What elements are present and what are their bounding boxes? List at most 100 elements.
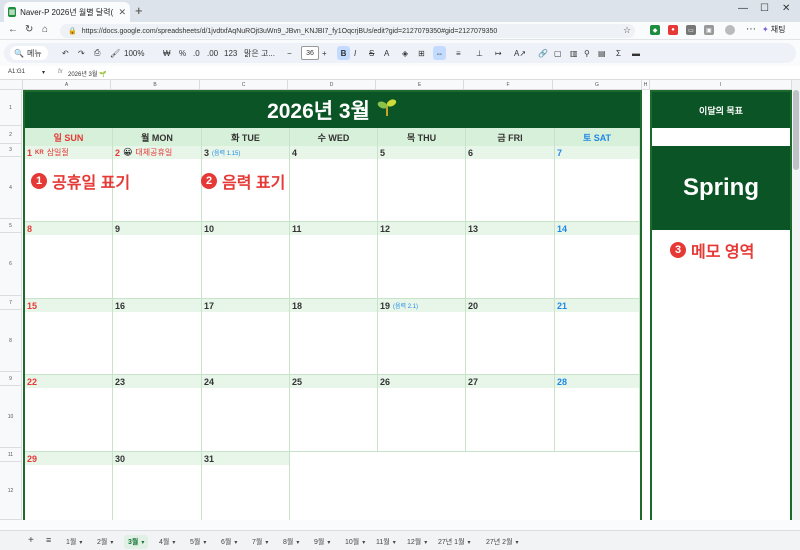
text-color-icon[interactable]: A [384,46,389,60]
fill-color-icon[interactable]: ◈ [402,46,408,60]
italic-icon[interactable]: I [354,46,356,60]
insert-link-icon[interactable]: 🔗 [538,46,548,60]
minimize-icon[interactable]: — [738,3,748,14]
profile-avatar-icon[interactable] [725,25,735,35]
column-header-d[interactable]: D [288,80,376,90]
zoom-select[interactable]: 100% [124,46,144,60]
paint-format-icon[interactable]: 🖌 [110,46,120,60]
memo-header[interactable]: 이달의 목표 [652,92,790,128]
shield-extension-icon[interactable]: ◆ [650,25,660,35]
row-header-7[interactable]: 7 [0,296,22,310]
row-header-8[interactable]: 8 [0,310,22,372]
day-cell[interactable]: 26 [378,375,466,452]
row-header-4[interactable]: 4 [0,157,22,219]
sheet-tab[interactable]: 3월 ▾ [124,535,149,549]
row-header-10[interactable]: 10 [0,386,22,448]
day-cell[interactable]: 29 [25,452,113,520]
memo-spring-band[interactable]: Spring [652,146,790,230]
functions-icon[interactable]: Σ [616,46,621,60]
day-cell[interactable]: 18 [290,299,378,375]
screenshot-icon[interactable]: ▣ [704,25,714,35]
row-header-11[interactable]: 11 [0,448,22,462]
day-cell[interactable]: 10 [202,222,290,299]
day-cell[interactable]: 30 [113,452,202,520]
merge-cells-icon[interactable]: ⇔ [433,46,446,60]
day-cell[interactable]: 9 [113,222,202,299]
day-cell[interactable]: 13 [466,222,555,299]
reload-icon[interactable]: ↻ [25,24,33,35]
day-cell[interactable]: 25 [290,375,378,452]
day-cell[interactable]: 14 [555,222,640,299]
sheet-tab-dropdown-icon[interactable]: ▾ [234,540,237,546]
name-box-dropdown-icon[interactable]: ▾ [42,69,45,76]
column-header-f[interactable]: F [464,80,553,90]
column-header-b[interactable]: B [111,80,200,90]
day-cell[interactable]: 15 [25,299,113,375]
row-header-9[interactable]: 9 [0,372,22,386]
sheet-tab[interactable]: 1월 ▾ [62,535,86,549]
calendar-title[interactable]: 2026년 3월 [25,92,640,128]
increase-decimal-icon[interactable]: .00 [207,46,218,60]
day-cell[interactable]: 28 [555,375,640,452]
strikethrough-icon[interactable]: S [369,46,374,60]
sheet-tab[interactable]: 2월 ▾ [93,535,117,549]
close-window-icon[interactable]: ✕ [782,3,790,14]
sheet-tab-dropdown-icon[interactable]: ▾ [172,540,175,546]
sheet-tab[interactable]: 4월 ▾ [155,535,179,549]
day-cell[interactable]: 5 [378,146,466,222]
day-cell[interactable]: 8 [25,222,113,299]
sheet-tab[interactable]: 12월 ▾ [403,535,431,549]
more-menu-icon[interactable]: ⋯ [746,24,756,35]
horizontal-align-icon[interactable]: ≡ [456,46,461,60]
filter-views-icon[interactable]: ▤ [598,46,606,60]
extension-icon[interactable]: ▭ [686,25,696,35]
redo-icon[interactable]: ↷ [78,46,85,60]
day-cell[interactable]: 17 [202,299,290,375]
font-size-decrease-icon[interactable]: − [287,46,292,60]
text-wrap-icon[interactable]: ↦ [495,46,502,60]
browser-tab[interactable]: ▦ Naver-P 2026년 월별 달력(1칸)AⅡ ✕ [4,2,130,22]
sheet-tab-dropdown-icon[interactable]: ▾ [296,540,299,546]
scrollbar-thumb[interactable] [793,90,799,170]
sheet-tab-dropdown-icon[interactable]: ▾ [362,540,365,546]
sheet-tab[interactable]: 27년 1월 ▾ [434,535,475,549]
sheet-tab-dropdown-icon[interactable]: ▾ [203,540,206,546]
sheet-tab-dropdown-icon[interactable]: ▾ [110,540,113,546]
day-cell[interactable]: 21 [555,299,640,375]
sheet-tab-dropdown-icon[interactable]: ▾ [79,540,82,546]
select-all-corner[interactable] [0,80,23,90]
input-tools-icon[interactable]: ▬ [632,46,640,60]
day-cell[interactable]: 24 [202,375,290,452]
bold-icon[interactable]: B [337,46,350,60]
chat-button[interactable]: ✦ 채팅 [762,24,785,35]
day-cell[interactable]: 22 [25,375,113,452]
vertical-scrollbar[interactable] [792,80,800,520]
sheet-tab-dropdown-icon[interactable]: ▾ [141,540,144,546]
maximize-icon[interactable]: ☐ [760,3,769,14]
day-cell[interactable]: 19 (음력 2.1) [378,299,466,375]
vertical-align-icon[interactable]: ⊥ [476,46,483,60]
sheet-tab[interactable]: 5월 ▾ [186,535,210,549]
row-header-2[interactable]: 2 [0,126,22,144]
column-header-e[interactable]: E [376,80,464,90]
insert-comment-icon[interactable]: ▢ [554,46,562,60]
day-cell[interactable]: 16 [113,299,202,375]
row-header-12[interactable]: 12 [0,462,22,520]
name-box[interactable]: A1:G1 [8,69,25,75]
day-cell[interactable]: 27 [466,375,555,452]
day-cell[interactable]: 12 [378,222,466,299]
currency-button[interactable]: ₩ [163,46,171,60]
column-header-c[interactable]: C [200,80,288,90]
day-cell[interactable]: 11 [290,222,378,299]
font-select[interactable]: 맑은 고... [244,46,275,60]
new-tab-icon[interactable]: + [135,3,143,18]
day-cell[interactable]: 7 [555,146,640,222]
text-rotate-icon[interactable]: A↗ [514,46,526,60]
all-sheets-icon[interactable]: ≡ [42,533,55,547]
borders-icon[interactable]: ⊞ [418,46,425,60]
row-header-6[interactable]: 6 [0,233,22,296]
sheet-tab-dropdown-icon[interactable]: ▾ [424,540,427,546]
insert-chart-icon[interactable]: ▥ [570,46,578,60]
column-header-h[interactable]: H [642,80,650,90]
day-cell[interactable]: 4 [290,146,378,222]
